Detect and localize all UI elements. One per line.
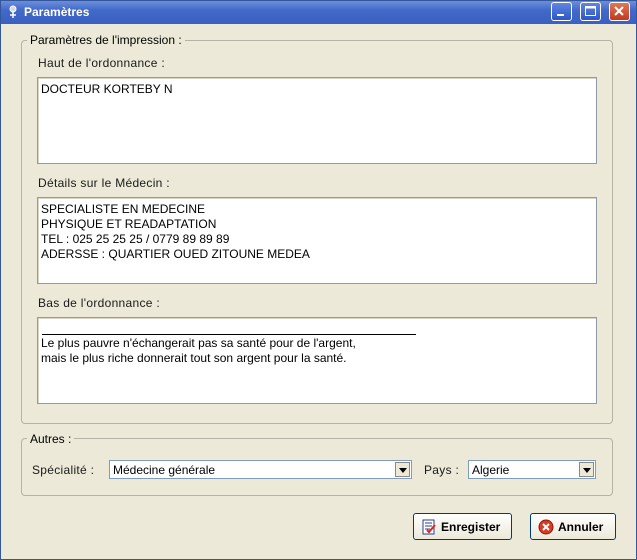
cancel-button[interactable]: Annuler <box>530 513 616 540</box>
autres-group-title: Autres : <box>27 432 75 446</box>
pays-dropdown-arrow-icon[interactable] <box>579 462 594 477</box>
bas-line-1: Le plus pauvre n'échangerait pas sa sant… <box>41 336 356 350</box>
cancel-button-label: Annuler <box>558 520 604 534</box>
minimize-icon <box>557 14 564 16</box>
bas-separator-line <box>42 334 416 335</box>
bas-line-2: mais le plus riche donnerait tout son ar… <box>41 351 347 365</box>
specialite-label: Spécialité : <box>32 463 95 477</box>
haut-textarea[interactable]: DOCTEUR KORTEBY N <box>37 77 597 164</box>
maximize-icon <box>585 6 596 16</box>
print-settings-group-title: Paramètres de l'impression : <box>27 33 185 47</box>
specialite-value: Médecine générale <box>113 463 216 477</box>
cancel-icon <box>538 519 554 535</box>
details-line-4: ADERSSE : QUARTIER OUED ZITOUNE MEDEA <box>41 247 310 261</box>
details-textarea[interactable]: SPECIALISTE EN MEDECINE PHYSIQUE ET READ… <box>37 197 597 284</box>
pays-select[interactable]: Algerie <box>468 460 596 479</box>
save-button-label: Enregister <box>441 520 501 534</box>
pays-value: Algerie <box>472 463 510 477</box>
details-label: Détails sur le Médecin : <box>38 176 170 190</box>
haut-label: Haut de l'ordonnance : <box>38 56 165 70</box>
dialog-client: Paramètres de l'impression : Haut de l'o… <box>1 24 636 559</box>
haut-line-1: DOCTEUR KORTEBY N <box>41 82 173 96</box>
maximize-button[interactable] <box>580 2 601 21</box>
details-line-1: SPECIALISTE EN MEDECINE <box>41 202 206 216</box>
bas-label: Bas de l'ordonnance : <box>38 296 161 310</box>
save-icon <box>421 519 437 535</box>
bas-textarea[interactable]: Le plus pauvre n'échangerait pas sa sant… <box>37 317 597 404</box>
title-bar[interactable]: Paramètres <box>1 1 636 24</box>
details-line-2: PHYSIQUE ET READAPTATION <box>41 217 217 231</box>
details-line-3: TEL : 025 25 25 25 / 0779 89 89 89 <box>41 232 230 246</box>
parametres-window: Paramètres Paramètres de l'impression : … <box>0 0 637 560</box>
save-button[interactable]: Enregister <box>413 513 512 540</box>
close-button[interactable] <box>609 2 630 21</box>
close-icon <box>614 6 624 16</box>
minimize-button[interactable] <box>551 2 572 21</box>
app-icon <box>5 4 21 20</box>
specialite-dropdown-arrow-icon[interactable] <box>395 462 410 477</box>
specialite-select[interactable]: Médecine générale <box>109 460 412 479</box>
pays-label: Pays : <box>424 463 460 477</box>
window-title: Paramètres <box>24 5 90 19</box>
